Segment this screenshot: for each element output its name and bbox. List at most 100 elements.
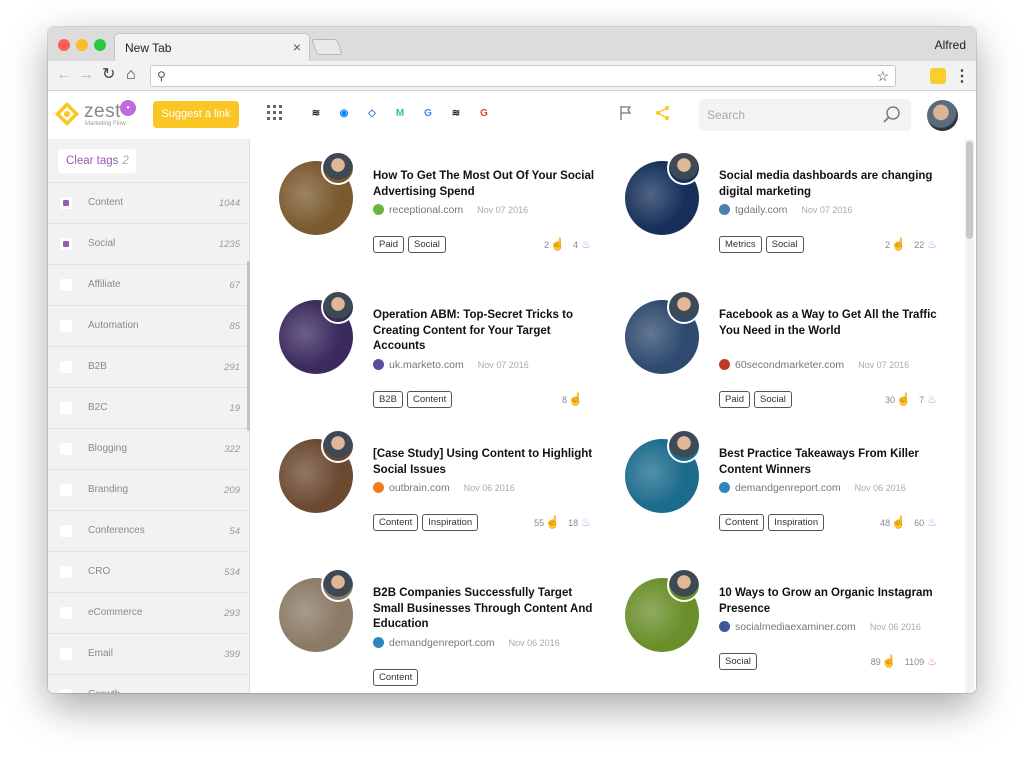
google-icon-2[interactable]: G: [475, 105, 493, 123]
article-title[interactable]: Facebook as a Way to Get All the Traffic…: [719, 308, 943, 339]
article-card[interactable]: Best Practice Takeaways From Killer Cont…: [597, 429, 937, 559]
flag-icon[interactable]: [619, 105, 633, 121]
back-arrow-icon[interactable]: ←: [56, 66, 72, 84]
tag-checkbox[interactable]: [60, 402, 72, 414]
new-tab-button[interactable]: [311, 39, 343, 55]
tag-checkbox[interactable]: [60, 648, 72, 660]
article-source[interactable]: 60secondmarketer.com Nov 07 2016: [719, 358, 909, 371]
article-tag[interactable]: Content: [719, 514, 765, 531]
article-source[interactable]: demandgenreport.com Nov 06 2016: [373, 636, 560, 649]
bookmark-star-icon[interactable]: ☆: [876, 68, 889, 85]
tag-checkbox[interactable]: [60, 320, 72, 332]
article-title[interactable]: Social media dashboards are changing dig…: [719, 169, 943, 200]
tag-row[interactable]: Email 399: [48, 633, 250, 674]
article-tag[interactable]: Paid: [719, 390, 751, 408]
search-input[interactable]: [707, 107, 867, 123]
tag-checkbox[interactable]: [60, 484, 72, 496]
tag-row[interactable]: Content 1044: [48, 182, 250, 223]
article-tag[interactable]: Paid: [373, 236, 405, 253]
article-card[interactable]: [Case Study] Using Content to Highlight …: [251, 429, 592, 559]
tag-checkbox[interactable]: [60, 361, 72, 373]
article-card[interactable]: 10 Ways to Grow an Organic Instagram Pre…: [597, 568, 937, 693]
article-tag[interactable]: Social: [765, 236, 804, 253]
article-title[interactable]: 10 Ways to Grow an Organic Instagram Pre…: [719, 586, 943, 617]
article-source[interactable]: uk.marketo.com Nov 07 2016: [373, 358, 529, 371]
address-bar[interactable]: ⚲ ☆: [150, 65, 896, 87]
tag-checkbox[interactable]: [60, 238, 72, 250]
tag-row[interactable]: B2B 291: [48, 346, 250, 387]
reload-icon[interactable]: ↻: [102, 66, 115, 84]
tag-row[interactable]: Growth: [48, 674, 250, 693]
search-icon[interactable]: [883, 106, 901, 124]
author-avatar[interactable]: [321, 151, 355, 185]
browser-tab[interactable]: New Tab ×: [114, 33, 310, 61]
author-avatar[interactable]: [667, 290, 701, 324]
article-source[interactable]: receptional.com Nov 07 2016: [373, 204, 528, 216]
article-card[interactable]: How To Get The Most Out Of Your Social A…: [251, 151, 594, 281]
extension-icon[interactable]: [930, 68, 946, 84]
article-title[interactable]: Best Practice Takeaways From Killer Cont…: [719, 447, 943, 478]
tag-row[interactable]: B2C 19: [48, 387, 250, 428]
article-tag[interactable]: Content: [406, 390, 453, 408]
tag-row[interactable]: Conferences 54: [48, 510, 250, 551]
home-icon[interactable]: ⌂: [126, 66, 136, 84]
close-window-button[interactable]: [58, 39, 70, 51]
feed-scrollbar[interactable]: [965, 139, 974, 693]
article-source[interactable]: outbrain.com Nov 06 2016: [373, 482, 515, 494]
zest-logo-icon[interactable]: [54, 101, 80, 127]
tag-checkbox[interactable]: [60, 443, 72, 455]
article-card[interactable]: Social media dashboards are changing dig…: [597, 151, 937, 281]
menu-dots-icon[interactable]: ⋮: [954, 66, 970, 86]
tag-icon[interactable]: ◇: [363, 105, 381, 123]
tag-row[interactable]: Branding 209: [48, 469, 250, 510]
article-title[interactable]: Operation ABM: Top-Secret Tricks to Crea…: [373, 308, 597, 355]
tag-row[interactable]: Automation 85: [48, 305, 250, 346]
tag-row[interactable]: Blogging 322: [48, 428, 250, 469]
tag-checkbox[interactable]: [60, 279, 72, 291]
tag-checkbox[interactable]: [60, 525, 72, 537]
profile-name[interactable]: Alfred: [935, 38, 966, 52]
article-tag[interactable]: Metrics: [719, 236, 762, 253]
article-source[interactable]: demandgenreport.com Nov 06 2016: [719, 482, 906, 494]
article-card[interactable]: Operation ABM: Top-Secret Tricks to Crea…: [251, 290, 591, 420]
article-tag[interactable]: Inspiration: [768, 514, 825, 531]
clear-tags-button[interactable]: Clear tags 2: [58, 149, 136, 173]
article-title[interactable]: B2B Companies Successfully Target Small …: [373, 586, 597, 633]
suggest-link-button[interactable]: Suggest a link: [153, 101, 239, 128]
article-tag[interactable]: Content: [373, 514, 419, 531]
tag-row[interactable]: Affiliate 67: [48, 264, 250, 305]
author-avatar[interactable]: [321, 429, 355, 463]
author-avatar[interactable]: [667, 151, 701, 185]
author-avatar[interactable]: [321, 568, 355, 602]
tag-checkbox[interactable]: [60, 566, 72, 578]
article-tag[interactable]: Social: [719, 653, 757, 670]
article-source[interactable]: socialmediaexaminer.com Nov 06 2016: [719, 621, 921, 633]
feed-scroll-thumb[interactable]: [966, 141, 973, 239]
author-avatar[interactable]: [667, 568, 701, 602]
article-tag[interactable]: Social: [408, 236, 446, 253]
buffer-icon[interactable]: ≋: [307, 105, 325, 123]
buffer-icon-2[interactable]: ≋: [447, 105, 465, 123]
tab-close-icon[interactable]: ×: [293, 39, 301, 55]
article-title[interactable]: How To Get The Most Out Of Your Social A…: [373, 169, 597, 200]
tag-checkbox[interactable]: [60, 689, 72, 693]
article-source[interactable]: tgdaily.com Nov 07 2016: [719, 204, 852, 216]
user-avatar[interactable]: [927, 100, 958, 131]
author-avatar[interactable]: [667, 429, 701, 463]
zoom-window-button[interactable]: [94, 39, 106, 51]
apps-grid-icon[interactable]: [267, 105, 283, 121]
messenger-icon[interactable]: ◉: [335, 105, 353, 123]
article-tag[interactable]: Inspiration: [422, 514, 479, 531]
share-icon[interactable]: [655, 105, 671, 121]
tag-checkbox[interactable]: [60, 607, 72, 619]
sidebar-scrollbar[interactable]: [247, 261, 250, 431]
author-avatar[interactable]: [321, 290, 355, 324]
medium-icon[interactable]: M: [391, 105, 409, 123]
article-card[interactable]: B2B Companies Successfully Target Small …: [251, 568, 592, 693]
article-tag[interactable]: Content: [373, 668, 419, 686]
tag-row[interactable]: Social 1235: [48, 223, 250, 264]
minimize-window-button[interactable]: [76, 39, 88, 51]
article-card[interactable]: Facebook as a Way to Get All the Traffic…: [597, 290, 937, 420]
tag-row[interactable]: eCommerce 293: [48, 592, 250, 633]
google-icon[interactable]: G: [419, 105, 437, 123]
